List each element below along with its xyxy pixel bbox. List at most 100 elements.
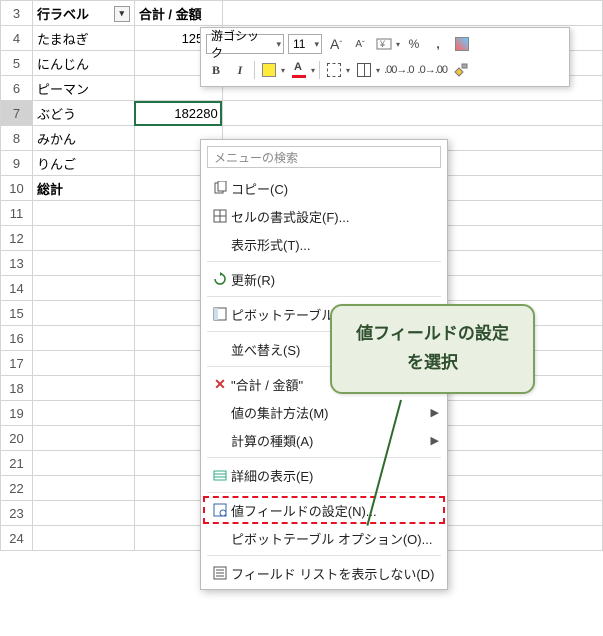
row-header[interactable]: 22	[1, 476, 33, 501]
menu-label: 値フィールドの設定(N)...	[231, 501, 377, 520]
row-header[interactable]: 18	[1, 376, 33, 401]
menu-hide-field-list[interactable]: フィールド リストを表示しない(D)	[201, 559, 447, 587]
borders-button[interactable]	[324, 60, 344, 80]
merge-button[interactable]	[354, 60, 374, 80]
menu-value-field-settings[interactable]: 値フィールドの設定(N)...	[201, 496, 447, 524]
cell[interactable]: 182280	[134, 101, 222, 126]
cell[interactable]: みかん	[32, 126, 134, 151]
cell[interactable]	[32, 301, 134, 326]
row-header[interactable]: 21	[1, 451, 33, 476]
menu-label: 並べ替え(S)	[231, 340, 300, 359]
italic-button[interactable]: I	[230, 60, 250, 80]
menu-label: 値の集計方法(M)	[231, 403, 329, 422]
font-color-button[interactable]	[289, 60, 309, 80]
row-header[interactable]: 17	[1, 351, 33, 376]
fill-color-button[interactable]	[259, 60, 279, 80]
submenu-arrow-icon: ▶	[431, 406, 439, 419]
cell[interactable]	[222, 101, 602, 126]
shrink-font-button[interactable]: Aˇ	[350, 34, 370, 54]
increase-decimal-button[interactable]: .00→.0	[384, 60, 413, 80]
menu-search-input[interactable]: メニューの検索	[207, 146, 441, 168]
menu-format-cells[interactable]: セルの書式設定(F)...	[201, 202, 447, 230]
menu-separator	[207, 555, 441, 556]
menu-label: 詳細の表示(E)	[231, 466, 313, 485]
submenu-arrow-icon: ▶	[431, 434, 439, 447]
row-header[interactable]: 9	[1, 151, 33, 176]
menu-show-details[interactable]: 詳細の表示(E)	[201, 461, 447, 489]
remove-icon: ✕	[209, 376, 231, 393]
toolbar-separator	[319, 61, 320, 79]
cell[interactable]	[32, 251, 134, 276]
menu-pivot-table-options[interactable]: ピボットテーブル オプション(O)...	[201, 524, 447, 552]
row-header[interactable]: 12	[1, 226, 33, 251]
toolbar-separator	[254, 61, 255, 79]
field-settings-icon	[209, 503, 231, 517]
font-family-combo[interactable]: 游ゴシック	[206, 34, 284, 54]
cell[interactable]: ピーマン	[32, 76, 134, 101]
cell[interactable]	[32, 401, 134, 426]
accounting-format-button[interactable]: ¥	[374, 34, 394, 54]
row-header[interactable]: 23	[1, 501, 33, 526]
format-painter-button[interactable]	[451, 60, 471, 80]
font-size-combo[interactable]: 11	[288, 34, 322, 54]
row-header[interactable]: 10	[1, 176, 33, 201]
cell[interactable]	[32, 226, 134, 251]
cell[interactable]	[32, 276, 134, 301]
row-header[interactable]: 16	[1, 326, 33, 351]
decrease-decimal-button[interactable]: .0→.00	[418, 60, 447, 80]
menu-label: コピー(C)	[231, 179, 288, 198]
filter-dropdown-icon[interactable]: ▾	[114, 6, 130, 22]
row-header[interactable]: 6	[1, 76, 33, 101]
row-header[interactable]: 7	[1, 101, 33, 126]
menu-refresh[interactable]: 更新(R)	[201, 265, 447, 293]
cell[interactable]	[222, 1, 602, 26]
menu-label: ピボットテーブル	[231, 305, 334, 324]
row-header[interactable]: 4	[1, 26, 33, 51]
row-header[interactable]: 24	[1, 526, 33, 551]
row-header[interactable]: 15	[1, 301, 33, 326]
cell[interactable]	[32, 501, 134, 526]
cell[interactable]: 合計 / 金額	[134, 1, 222, 26]
menu-separator	[207, 261, 441, 262]
cell[interactable]: ぶどう	[32, 101, 134, 126]
refresh-icon	[209, 272, 231, 286]
menu-label: セルの書式設定(F)...	[231, 207, 349, 226]
row-header[interactable]: 13	[1, 251, 33, 276]
cell[interactable]: 行ラベル▾	[32, 1, 134, 26]
cell[interactable]	[32, 326, 134, 351]
cell[interactable]: たまねぎ	[32, 26, 134, 51]
menu-number-format[interactable]: 表示形式(T)...	[201, 230, 447, 258]
cell[interactable]	[32, 426, 134, 451]
cell[interactable]	[32, 526, 134, 551]
cell[interactable]: にんじん	[32, 51, 134, 76]
row-header[interactable]: 3	[1, 1, 33, 26]
menu-label: 計算の種類(A)	[231, 431, 313, 450]
cell[interactable]	[32, 201, 134, 226]
row-header[interactable]: 20	[1, 426, 33, 451]
cell[interactable]	[32, 451, 134, 476]
conditional-format-button[interactable]	[452, 34, 472, 54]
cell[interactable]	[32, 351, 134, 376]
row-header[interactable]: 5	[1, 51, 33, 76]
menu-show-values-as[interactable]: 計算の種類(A) ▶	[201, 426, 447, 454]
annotation-callout: 値フィールドの設定 を選択	[330, 304, 535, 394]
menu-summarize-by[interactable]: 値の集計方法(M) ▶	[201, 398, 447, 426]
grow-font-button[interactable]: Aˆ	[326, 34, 346, 54]
menu-label: ピボットテーブル オプション(O)...	[231, 529, 432, 548]
row-header[interactable]: 19	[1, 401, 33, 426]
comma-format-button[interactable]: ,	[428, 34, 448, 54]
callout-text-line1: 値フィールドの設定	[342, 320, 523, 349]
cell[interactable]: りんご	[32, 151, 134, 176]
cell[interactable]	[32, 476, 134, 501]
row-header[interactable]: 8	[1, 126, 33, 151]
cell[interactable]: 総計	[32, 176, 134, 201]
row-header[interactable]: 14	[1, 276, 33, 301]
row-header[interactable]: 11	[1, 201, 33, 226]
menu-copy[interactable]: コピー(C)	[201, 174, 447, 202]
menu-separator	[207, 457, 441, 458]
menu-separator	[207, 296, 441, 297]
copy-icon	[209, 181, 231, 195]
percent-format-button[interactable]: %	[404, 34, 424, 54]
bold-button[interactable]: B	[206, 60, 226, 80]
cell[interactable]	[32, 376, 134, 401]
